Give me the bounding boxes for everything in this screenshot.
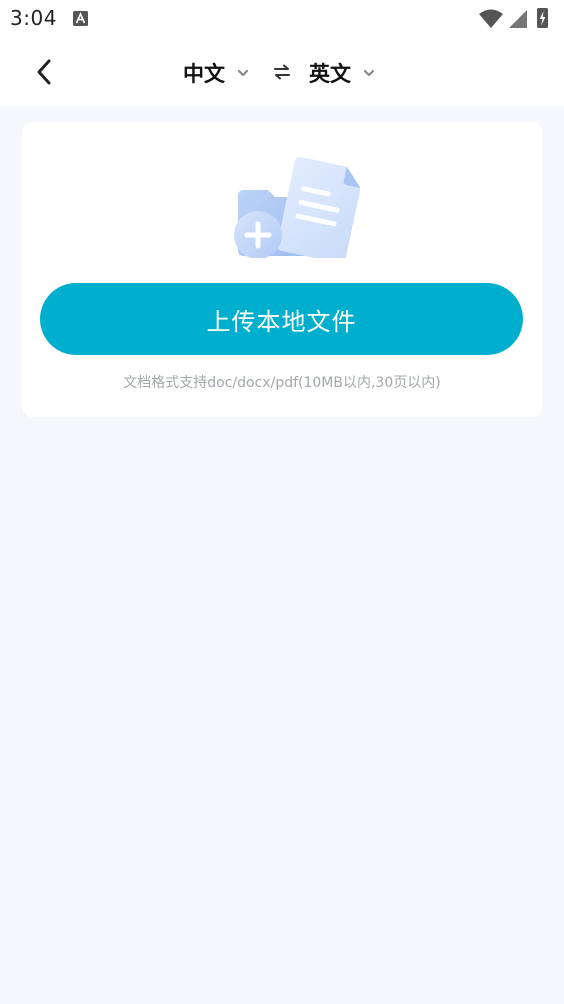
status-icons: [479, 8, 548, 28]
upload-card: 上传本地文件 文档格式支持doc/docx/pdf(10MB以内,30页以内): [22, 122, 542, 417]
upload-local-file-button[interactable]: 上传本地文件: [40, 283, 523, 355]
chevron-down-icon: [363, 69, 375, 77]
target-language-label: 英文: [309, 62, 351, 86]
app-header: 中文 英文: [0, 40, 564, 106]
chevron-down-icon: [237, 69, 249, 77]
source-language-label: 中文: [183, 62, 225, 86]
folder-document-add-icon: [234, 156, 360, 258]
swap-arrows-icon[interactable]: [272, 62, 292, 82]
target-language-dropdown[interactable]: 英文: [309, 58, 375, 88]
supported-formats-hint: 文档格式支持doc/docx/pdf(10MB以内,30页以内): [123, 375, 441, 391]
status-bar: 3:04: [0, 0, 564, 40]
status-time: 3:04: [10, 6, 57, 30]
signal-icon: [509, 10, 527, 28]
text-a-icon: [73, 11, 88, 26]
wifi-icon: [479, 9, 503, 28]
source-language-dropdown[interactable]: 中文: [183, 58, 249, 88]
language-selector: 中文 英文: [0, 40, 564, 106]
